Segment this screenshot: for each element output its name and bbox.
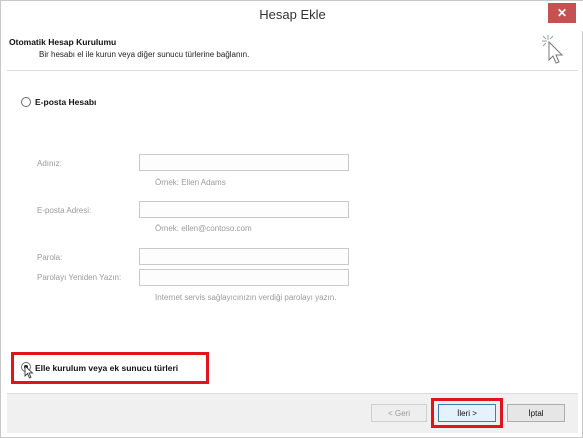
password-field[interactable] [139, 248, 349, 265]
password-confirm-field[interactable] [139, 269, 349, 286]
header-subtitle: Bir hesabı el ile kurun veya diğer sunuc… [39, 50, 250, 59]
password-confirm-hint: Internet servis sağlayıcınızın verdiği p… [155, 293, 337, 302]
name-field[interactable] [139, 154, 349, 171]
cancel-button[interactable]: İptal [507, 404, 565, 422]
email-hint: Örnek: ellen@contoso.com [155, 224, 252, 233]
mouse-pointer-icon [24, 365, 34, 379]
close-button[interactable]: ✕ [548, 3, 576, 23]
title-bar: Hesap Ekle ✕ [1, 1, 583, 31]
email-account-radio[interactable] [21, 97, 31, 107]
name-hint: Örnek: Ellen Adams [155, 178, 226, 187]
email-field[interactable] [139, 201, 349, 218]
email-label: E-posta Adresi: [37, 206, 92, 215]
password-confirm-label: Parolayı Yeniden Yazın: [37, 273, 122, 282]
next-button[interactable]: İleri > [438, 404, 496, 422]
close-icon: ✕ [556, 6, 568, 20]
wizard-footer: < Geri İleri > İptal [7, 393, 578, 433]
name-label: Adınız: [37, 159, 62, 168]
window-title: Hesap Ekle [259, 7, 326, 22]
back-button[interactable]: < Geri [371, 404, 427, 422]
manual-setup-label[interactable]: Elle kurulum veya ek sunucu türleri [35, 363, 178, 373]
wizard-body: E-posta Hesabı Adınız: Örnek: Ellen Adam… [7, 73, 578, 389]
email-account-label[interactable]: E-posta Hesabı [35, 97, 96, 107]
click-cursor-icon [542, 35, 564, 64]
header-title: Otomatik Hesap Kurulumu [9, 37, 117, 47]
password-label: Parola: [37, 253, 63, 262]
wizard-header: Otomatik Hesap Kurulumu Bir hesabı el il… [7, 31, 578, 71]
add-account-dialog: Hesap Ekle ✕ Otomatik Hesap Kurulumu Bir… [0, 0, 583, 438]
